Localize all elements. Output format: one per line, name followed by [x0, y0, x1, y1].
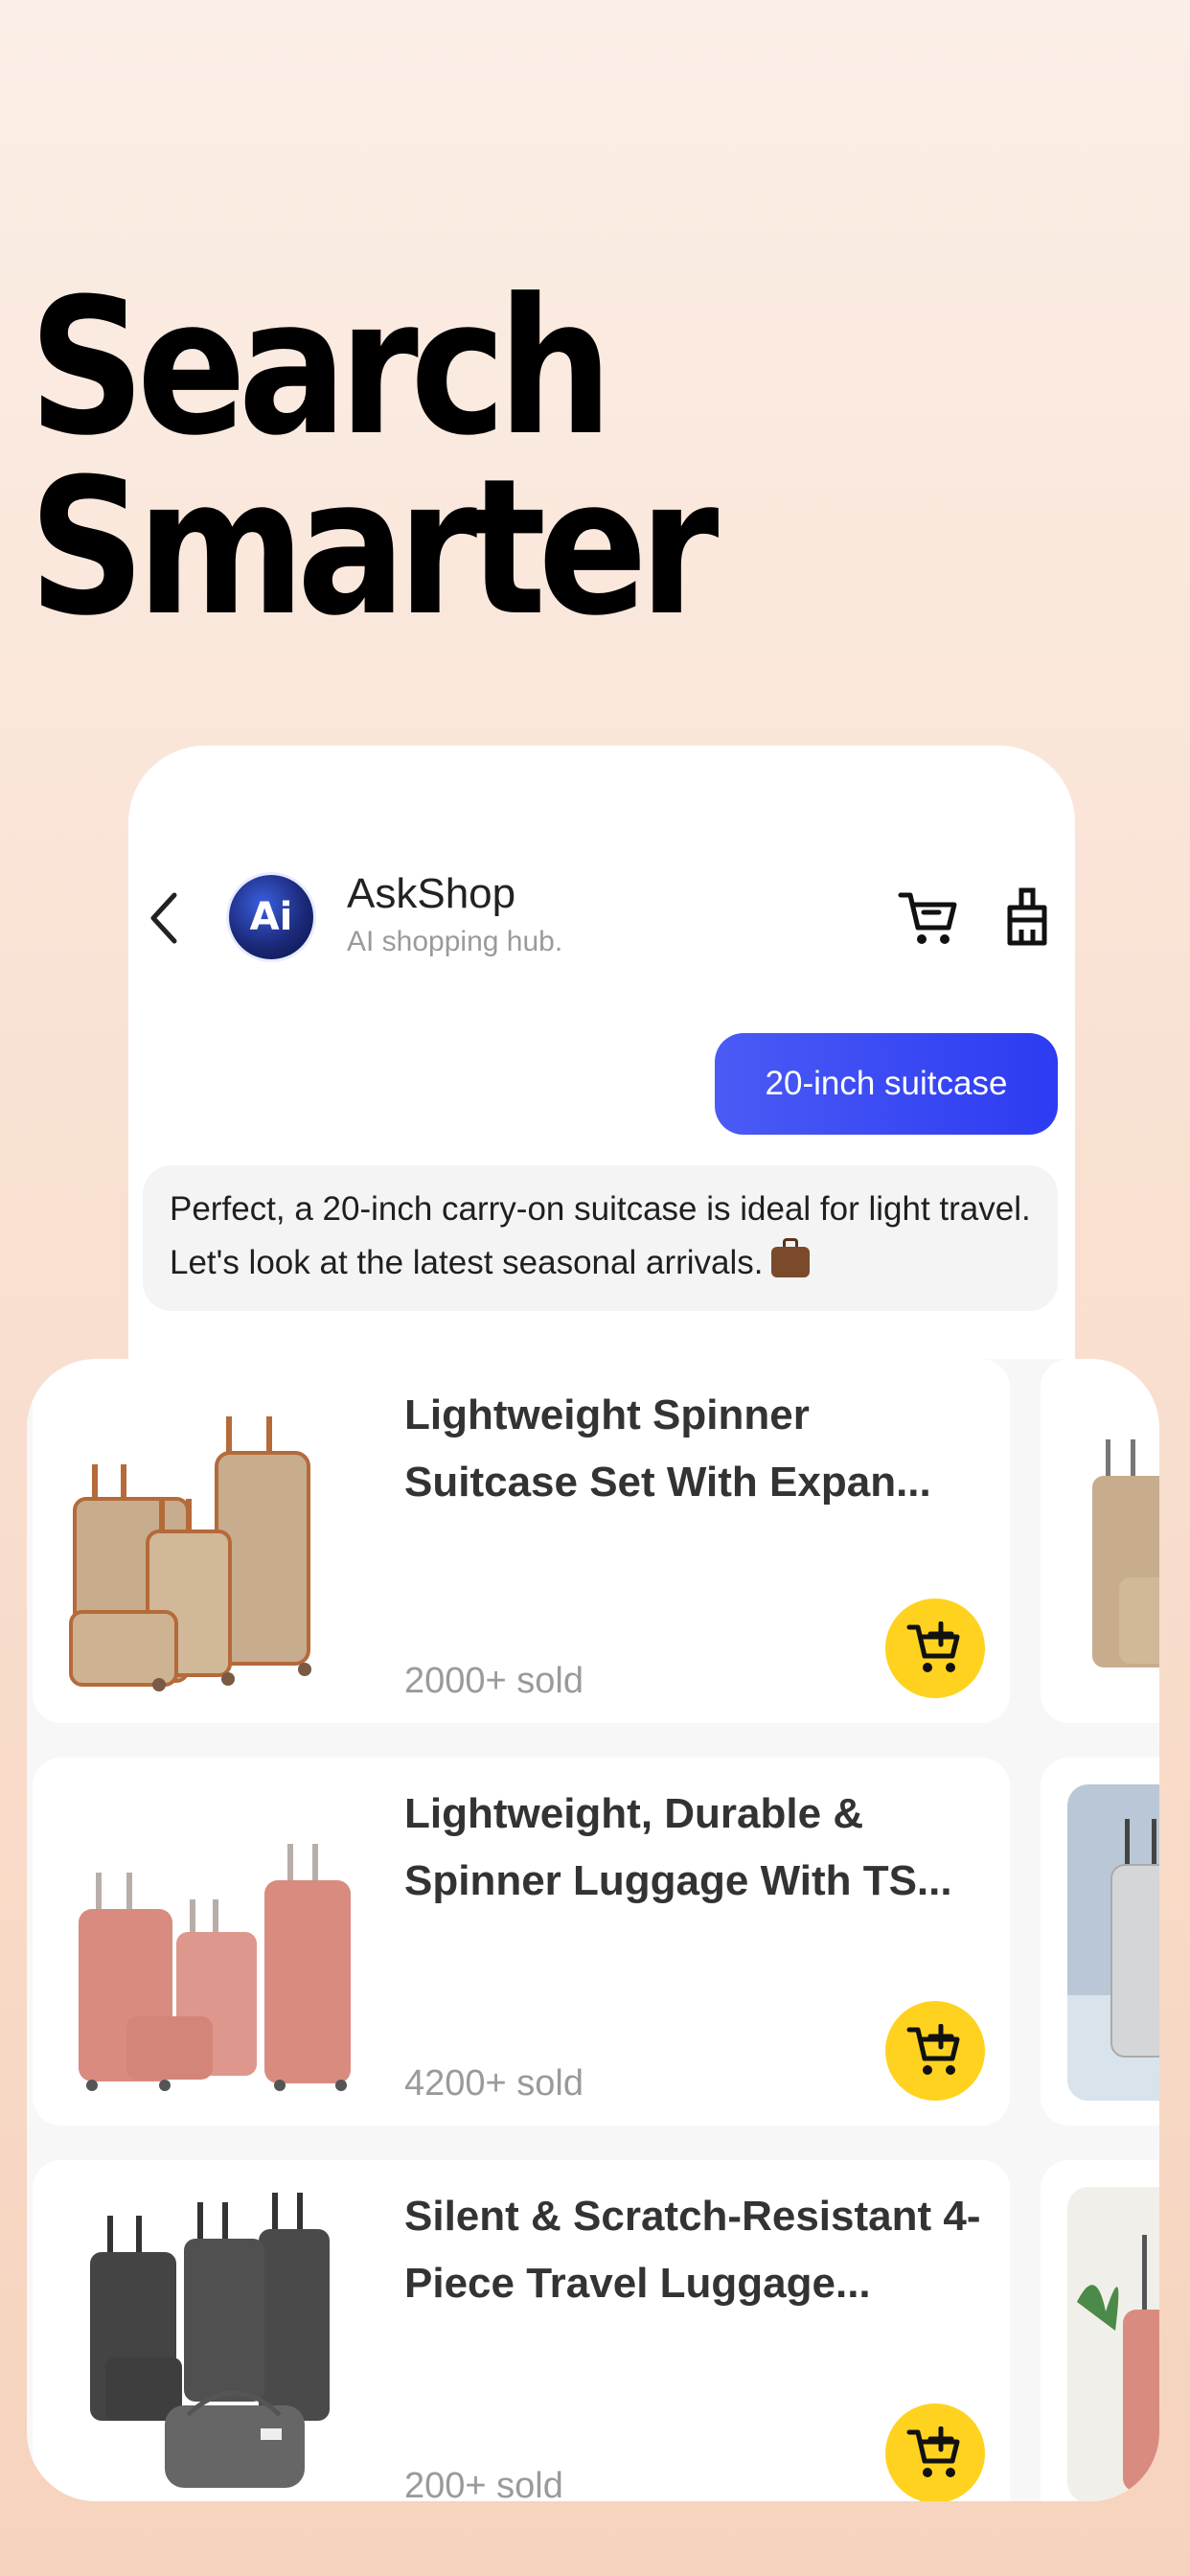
product-card[interactable]: Lightweight, Durable & Spinner Luggage W… [33, 1758, 1010, 2126]
side-product-card[interactable] [1041, 1359, 1159, 1723]
product-sold-count: 4200+ sold [404, 2063, 584, 2104]
headline-line-1: Search [29, 259, 613, 477]
product-title[interactable]: Silent & Scratch-Resistant 4-Piece Trave… [404, 2183, 989, 2317]
app-subtitle: AI shopping hub. [347, 926, 563, 957]
product-title[interactable]: Lightweight, Durable & Spinner Luggage W… [404, 1781, 989, 1915]
app-name: AskShop [347, 870, 516, 917]
side-product-image [1092, 1439, 1159, 1668]
product-title[interactable]: Lightweight Spinner Suitcase Set With Ex… [404, 1382, 989, 1516]
add-to-cart-button[interactable] [885, 1598, 985, 1698]
product-card[interactable]: Silent & Scratch-Resistant 4-Piece Trave… [33, 2160, 1010, 2501]
product-image [69, 1416, 311, 1691]
add-to-cart-icon [906, 2426, 960, 2477]
side-product-card[interactable] [1041, 1758, 1159, 2126]
add-to-cart-icon [906, 1622, 960, 1672]
product-image [79, 1844, 351, 2091]
product-image [90, 2193, 330, 2488]
add-to-cart-button[interactable] [885, 2001, 985, 2101]
product-sold-count: 2000+ sold [404, 1661, 584, 1701]
back-icon[interactable] [146, 889, 184, 947]
bot-message-text: Perfect, a 20-inch carry-on suitcase is … [170, 1190, 1031, 1281]
add-to-cart-button[interactable] [885, 2404, 985, 2501]
bot-message-bubble: Perfect, a 20-inch carry-on suitcase is … [143, 1165, 1058, 1311]
product-sold-count: 200+ sold [404, 2466, 563, 2501]
clean-icon[interactable] [1002, 887, 1052, 947]
product-card[interactable]: Lightweight Spinner Suitcase Set With Ex… [33, 1359, 1010, 1723]
chat-screen: Ai AskShop AI shopping hub. 20-inch suit… [128, 746, 1075, 1436]
suitcase-emoji-icon [770, 1238, 810, 1277]
side-product-card[interactable] [1041, 2160, 1159, 2501]
side-product-image [1067, 2187, 1159, 2501]
add-to-cart-icon [906, 2024, 960, 2075]
user-message-bubble: 20-inch suitcase [715, 1033, 1058, 1135]
page-headline: Search Smarter [29, 259, 719, 657]
headline-line-2: Smarter [29, 439, 719, 657]
product-results-panel: Lightweight Spinner Suitcase Set With Ex… [27, 1359, 1159, 2501]
cart-icon[interactable] [897, 889, 958, 947]
side-product-image [1067, 1784, 1159, 2101]
avatar: Ai [229, 875, 313, 959]
